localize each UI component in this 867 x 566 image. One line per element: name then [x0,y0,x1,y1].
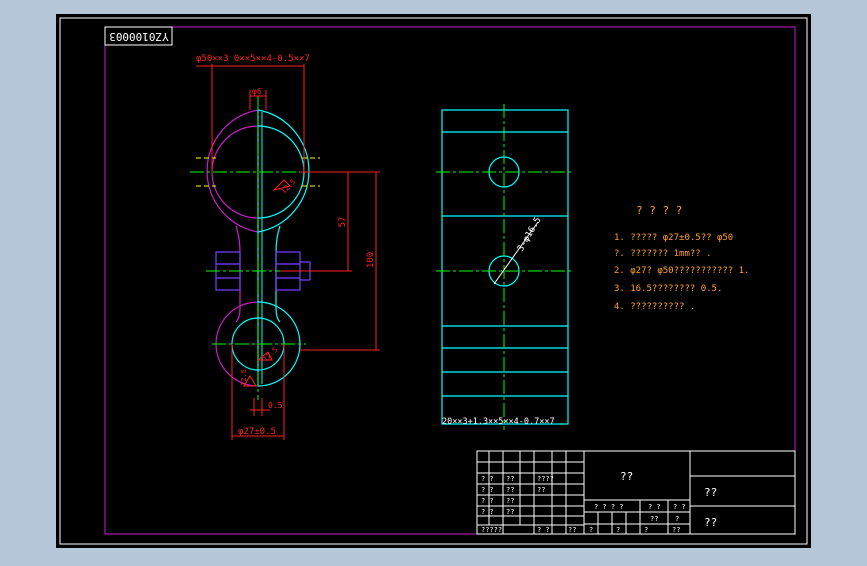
rev-row-1-extra: ???? [537,475,554,483]
bottom-label-4: ?? [672,526,680,534]
notes-line-5: 4. ?????????? . [614,302,695,312]
dim-side-width: 20××3+1.3××5××4-0.7××7 [442,417,555,427]
engineering-drawing: YZ0100003 φ50××3 0××5××4-0.5××7 φ6 57 10… [56,14,811,548]
rev-row-2-val: ?? [506,486,514,494]
cad-viewport: YZ0100003 φ50××3 0××5××4-0.5××7 φ6 57 10… [0,0,867,562]
dim-small-top: φ6 [252,87,262,96]
rev-row-2-extra: ?? [537,486,545,494]
dim-bottom-bore: φ27±0.5 [238,427,276,437]
stage-label-2: ? ? [648,503,661,511]
notes-title: ? ? ? ? [636,204,682,217]
roughness-3: 12.5 [240,369,248,386]
drawing-sheet [56,14,811,548]
bottom-label-2: ? [616,526,620,534]
notes-line-4: 3. 16.5???????? 0.5. [614,284,722,294]
title-right-top: ?? [704,486,717,499]
stage-label-1: ? ? ? ? [594,503,624,511]
rev-row-5-val: ? ? [537,526,550,534]
dim-center-distance: 57 [338,217,348,228]
dim-top-bore: φ50××3 0××5××4-0.5××7 [196,54,310,64]
dim-overall-length: 100 [366,252,376,268]
rev-row-4-label: ? ? [481,508,494,516]
rev-row-3-val: ?? [506,497,514,505]
rev-row-5-label: ????? [481,526,502,534]
rev-row-3-label: ? ? [481,497,494,505]
part-name: ?? [620,470,633,483]
drawing-number: YZ0100003 [109,30,169,43]
bottom-label-1: ? [589,526,593,534]
rev-row-4-val: ?? [506,508,514,516]
notes-line-2: ?. ??????? 1mm?? . [614,249,712,259]
rev-row-5-extra: ?? [568,526,576,534]
bottom-label-3: ? [644,526,648,534]
stage-value-2: ?? [650,515,658,523]
notes-line-1: 1. ????? φ27±0.5?? φ50 [614,233,733,243]
rev-row-1-label: ? ? [481,475,494,483]
stage-label-3: ? ? [673,503,686,511]
rev-row-2-label: ? ? [481,486,494,494]
stage-value-3: ? [675,515,679,523]
title-right-bottom: ?? [704,516,717,529]
rev-row-1-val: ?? [506,475,514,483]
notes-line-3: 2. φ27? φ50??????????? 1. [614,266,749,276]
dim-thickness: 0.5 [268,401,283,410]
